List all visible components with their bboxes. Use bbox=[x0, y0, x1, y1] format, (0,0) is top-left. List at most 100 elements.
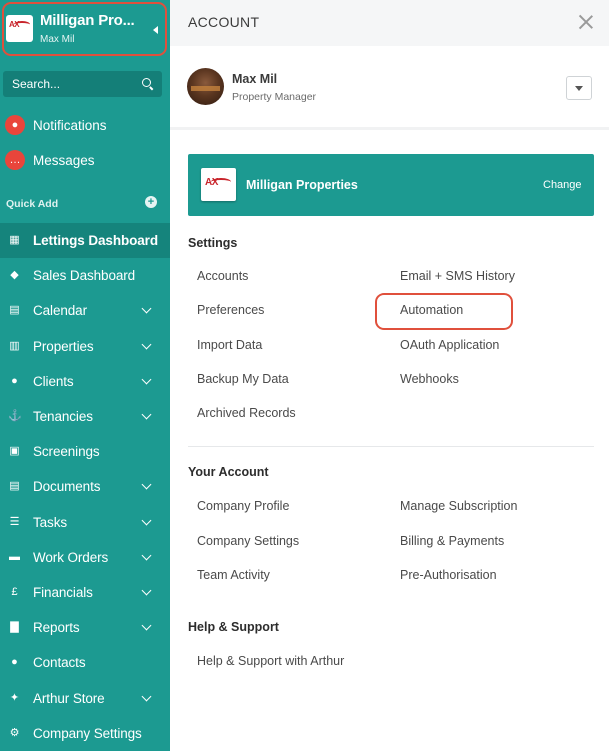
profile-name: Max Mil bbox=[232, 72, 278, 86]
messages-label: Messages bbox=[33, 153, 95, 168]
chevron-down-icon[interactable] bbox=[141, 339, 152, 350]
quick-add-label: Quick Add bbox=[6, 198, 59, 210]
sidebar-item-label: Reports bbox=[33, 620, 80, 636]
profile-summary: Max Mil Property Manager bbox=[170, 46, 609, 130]
link-accounts[interactable]: Accounts bbox=[197, 269, 248, 283]
chevron-down-icon[interactable] bbox=[141, 479, 152, 490]
gear-icon: ⚙ bbox=[9, 726, 20, 739]
automation-highlight-outline bbox=[375, 293, 513, 330]
quick-add[interactable]: Quick Add + bbox=[0, 193, 170, 215]
section-divider bbox=[188, 446, 594, 447]
sidebar-item-clients[interactable]: ● Clients bbox=[0, 364, 170, 399]
sidebar-item-label: Properties bbox=[33, 338, 94, 354]
sidebar-item-screenings[interactable]: ▣ Screenings bbox=[0, 434, 170, 469]
link-webhooks[interactable]: Webhooks bbox=[400, 372, 459, 386]
sidebar-item-tenancies[interactable]: ⚓ Tenancies bbox=[0, 399, 170, 434]
bell-icon: ● bbox=[5, 115, 25, 135]
plus-icon[interactable]: + bbox=[145, 196, 157, 208]
chevron-down-icon[interactable] bbox=[141, 374, 152, 385]
avatar bbox=[187, 68, 224, 105]
tasks-icon: ☰ bbox=[9, 515, 20, 528]
sidebar-item-financials[interactable]: £ Financials bbox=[0, 575, 170, 610]
chevron-down-icon[interactable] bbox=[141, 515, 152, 526]
panel-header: ACCOUNT bbox=[170, 0, 609, 46]
sidebar-item-label: Screenings bbox=[33, 444, 100, 460]
sidebar-item-label: Financials bbox=[33, 585, 93, 600]
link-import-data[interactable]: Import Data bbox=[197, 338, 262, 352]
sidebar-item-reports[interactable]: ▇ Reports bbox=[0, 610, 170, 645]
sidebar: AX Milligan Pro... Max Mil Search... ● N… bbox=[0, 0, 170, 751]
sidebar-item-label: Arthur Store bbox=[33, 690, 105, 706]
link-company-profile[interactable]: Company Profile bbox=[197, 499, 289, 513]
link-team-activity[interactable]: Team Activity bbox=[197, 568, 270, 582]
person-icon: ● bbox=[11, 374, 18, 387]
chevron-down-icon[interactable] bbox=[141, 550, 152, 561]
chevron-down-icon[interactable] bbox=[141, 585, 152, 596]
chevron-down-icon[interactable] bbox=[141, 620, 152, 631]
link-backup-my-data[interactable]: Backup My Data bbox=[197, 372, 289, 386]
sidebar-item-documents[interactable]: ▤ Documents bbox=[0, 469, 170, 504]
link-preferences[interactable]: Preferences bbox=[197, 303, 264, 317]
sidebar-item-lettings-dashboard[interactable]: ▦ Lettings Dashboard bbox=[0, 223, 170, 258]
sidebar-item-label: Documents bbox=[33, 479, 101, 495]
sidebar-item-label: Work Orders bbox=[33, 549, 109, 565]
sidebar-item-company-settings[interactable]: ⚙ Company Settings bbox=[0, 716, 170, 751]
sidebar-search-input[interactable]: Search... bbox=[3, 71, 162, 97]
company-name: Milligan Properties bbox=[246, 178, 358, 192]
building-icon: ▥ bbox=[9, 339, 20, 352]
link-billing-payments[interactable]: Billing & Payments bbox=[400, 534, 504, 548]
chevron-down-icon[interactable] bbox=[141, 409, 152, 420]
chevron-down-icon[interactable] bbox=[141, 303, 152, 314]
sidebar-item-properties[interactable]: ▥ Properties bbox=[0, 329, 170, 364]
sidebar-item-sales-dashboard[interactable]: ◆ Sales Dashboard bbox=[0, 258, 170, 293]
link-email-sms-history[interactable]: Email + SMS History bbox=[400, 269, 515, 283]
link-archived-records[interactable]: Archived Records bbox=[197, 406, 296, 420]
sidebar-item-messages[interactable]: … Messages bbox=[0, 147, 170, 177]
chevron-down-icon[interactable] bbox=[141, 691, 152, 702]
org-highlight-outline bbox=[2, 2, 167, 56]
puzzle-icon: ✦ bbox=[9, 691, 20, 704]
briefcase-icon: ▬ bbox=[9, 550, 20, 563]
org-switcher[interactable]: AX Milligan Pro... Max Mil bbox=[0, 0, 170, 56]
company-logo: AX bbox=[201, 168, 236, 201]
change-company-link[interactable]: Change bbox=[543, 179, 582, 191]
pound-icon: £ bbox=[11, 586, 18, 598]
sidebar-item-work-orders[interactable]: ▬ Work Orders bbox=[0, 540, 170, 575]
bar-chart-icon: ▇ bbox=[10, 621, 19, 634]
account-panel: ACCOUNT Max Mil Property Manager AX Mill… bbox=[170, 0, 609, 751]
sidebar-item-label: Contacts bbox=[33, 655, 86, 671]
help-section-title: Help & Support bbox=[188, 620, 279, 634]
your-account-section-title: Your Account bbox=[188, 465, 269, 479]
settings-section-title: Settings bbox=[188, 236, 238, 250]
sidebar-item-label: Sales Dashboard bbox=[33, 268, 136, 284]
sidebar-item-notifications[interactable]: ● Notifications bbox=[0, 112, 170, 142]
chat-bubble-icon: … bbox=[5, 150, 25, 170]
tag-icon: ◆ bbox=[10, 269, 19, 282]
tenant-icon: ⚓ bbox=[8, 410, 22, 422]
link-help-support-arthur[interactable]: Help & Support with Arthur bbox=[197, 654, 344, 668]
sidebar-item-calendar[interactable]: ▤ Calendar bbox=[0, 293, 170, 328]
link-pre-authorisation[interactable]: Pre-Authorisation bbox=[400, 568, 497, 582]
close-icon[interactable] bbox=[578, 14, 594, 30]
profile-role: Property Manager bbox=[232, 91, 317, 103]
search-placeholder: Search... bbox=[12, 77, 61, 91]
sidebar-item-arthur-store[interactable]: ✦ Arthur Store bbox=[0, 681, 170, 716]
link-company-settings[interactable]: Company Settings bbox=[197, 534, 299, 548]
panel-title: ACCOUNT bbox=[188, 14, 260, 30]
sidebar-item-label: Lettings Dashboard bbox=[33, 233, 158, 248]
search-icon[interactable] bbox=[142, 78, 151, 87]
link-manage-subscription[interactable]: Manage Subscription bbox=[400, 499, 517, 513]
sidebar-item-contacts[interactable]: ● Contacts bbox=[0, 645, 170, 680]
link-oauth-application[interactable]: OAuth Application bbox=[400, 338, 499, 352]
sidebar-item-tasks[interactable]: ☰ Tasks bbox=[0, 505, 170, 540]
sidebar-item-label: Tenancies bbox=[33, 409, 93, 424]
profile-dropdown-button[interactable] bbox=[566, 76, 592, 100]
people-icon: ● bbox=[11, 656, 18, 669]
sidebar-item-label: Calendar bbox=[33, 303, 87, 319]
sidebar-item-label: Clients bbox=[33, 373, 74, 389]
company-card: AX Milligan Properties Change bbox=[188, 154, 594, 216]
sidebar-item-label: Company Settings bbox=[33, 725, 142, 741]
id-card-icon: ▣ bbox=[9, 445, 20, 458]
calendar-icon: ▤ bbox=[9, 304, 20, 317]
document-icon: ▤ bbox=[9, 480, 20, 493]
